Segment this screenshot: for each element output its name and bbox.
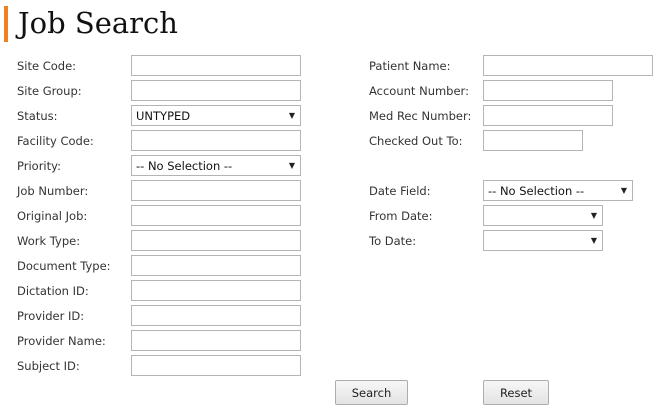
date-field-label: Date Field:: [369, 184, 431, 198]
patient-name-input[interactable]: [483, 55, 653, 76]
provider-id-input[interactable]: [131, 305, 301, 326]
med-rec-number-input[interactable]: [483, 105, 613, 126]
priority-select-value: -- No Selection --: [136, 159, 233, 173]
checked-out-to-label: Checked Out To:: [369, 134, 463, 148]
subject-id-label: Subject ID:: [17, 359, 80, 373]
page-title: Job Search: [18, 6, 178, 40]
site-code-label: Site Code:: [17, 59, 77, 73]
chevron-down-icon: ▼: [288, 161, 295, 170]
subject-id-input[interactable]: [131, 355, 301, 376]
work-type-input[interactable]: [131, 230, 301, 251]
chevron-down-icon: ▼: [590, 211, 597, 220]
chevron-down-icon: ▼: [288, 111, 295, 120]
original-job-input[interactable]: [131, 205, 301, 226]
status-label: Status:: [17, 109, 58, 123]
patient-name-label: Patient Name:: [369, 59, 451, 73]
date-field-select-value: -- No Selection --: [488, 184, 585, 198]
site-group-input[interactable]: [131, 80, 301, 101]
to-date-label: To Date:: [369, 234, 417, 248]
site-code-input[interactable]: [131, 55, 301, 76]
facility-code-input[interactable]: [131, 130, 301, 151]
to-date-select[interactable]: ▼: [483, 230, 603, 251]
priority-select[interactable]: -- No Selection -- ▼: [131, 155, 301, 176]
date-field-select[interactable]: -- No Selection -- ▼: [483, 180, 633, 201]
dictation-id-input[interactable]: [131, 280, 301, 301]
provider-name-label: Provider Name:: [17, 334, 106, 348]
priority-label: Priority:: [17, 159, 61, 173]
site-group-label: Site Group:: [17, 84, 82, 98]
account-number-label: Account Number:: [369, 84, 469, 98]
med-rec-number-label: Med Rec Number:: [369, 109, 472, 123]
checked-out-to-input[interactable]: [483, 130, 583, 151]
chevron-down-icon: ▼: [590, 236, 597, 245]
document-type-input[interactable]: [131, 255, 301, 276]
provider-id-label: Provider ID:: [17, 309, 85, 323]
reset-button[interactable]: Reset: [483, 380, 549, 405]
document-type-label: Document Type:: [17, 259, 111, 273]
dictation-id-label: Dictation ID:: [17, 284, 89, 298]
original-job-label: Original Job:: [17, 209, 88, 223]
facility-code-label: Facility Code:: [17, 134, 94, 148]
from-date-select[interactable]: ▼: [483, 205, 603, 226]
job-number-input[interactable]: [131, 180, 301, 201]
chevron-down-icon: ▼: [620, 186, 627, 195]
title-accent-bar: [4, 6, 8, 42]
work-type-label: Work Type:: [17, 234, 81, 248]
from-date-label: From Date:: [369, 209, 433, 223]
job-number-label: Job Number:: [17, 184, 89, 198]
provider-name-input[interactable]: [131, 330, 301, 351]
search-button[interactable]: Search: [335, 380, 408, 405]
status-select-value: UNTYPED: [136, 109, 191, 123]
status-select[interactable]: UNTYPED ▼: [131, 105, 301, 126]
account-number-input[interactable]: [483, 80, 613, 101]
